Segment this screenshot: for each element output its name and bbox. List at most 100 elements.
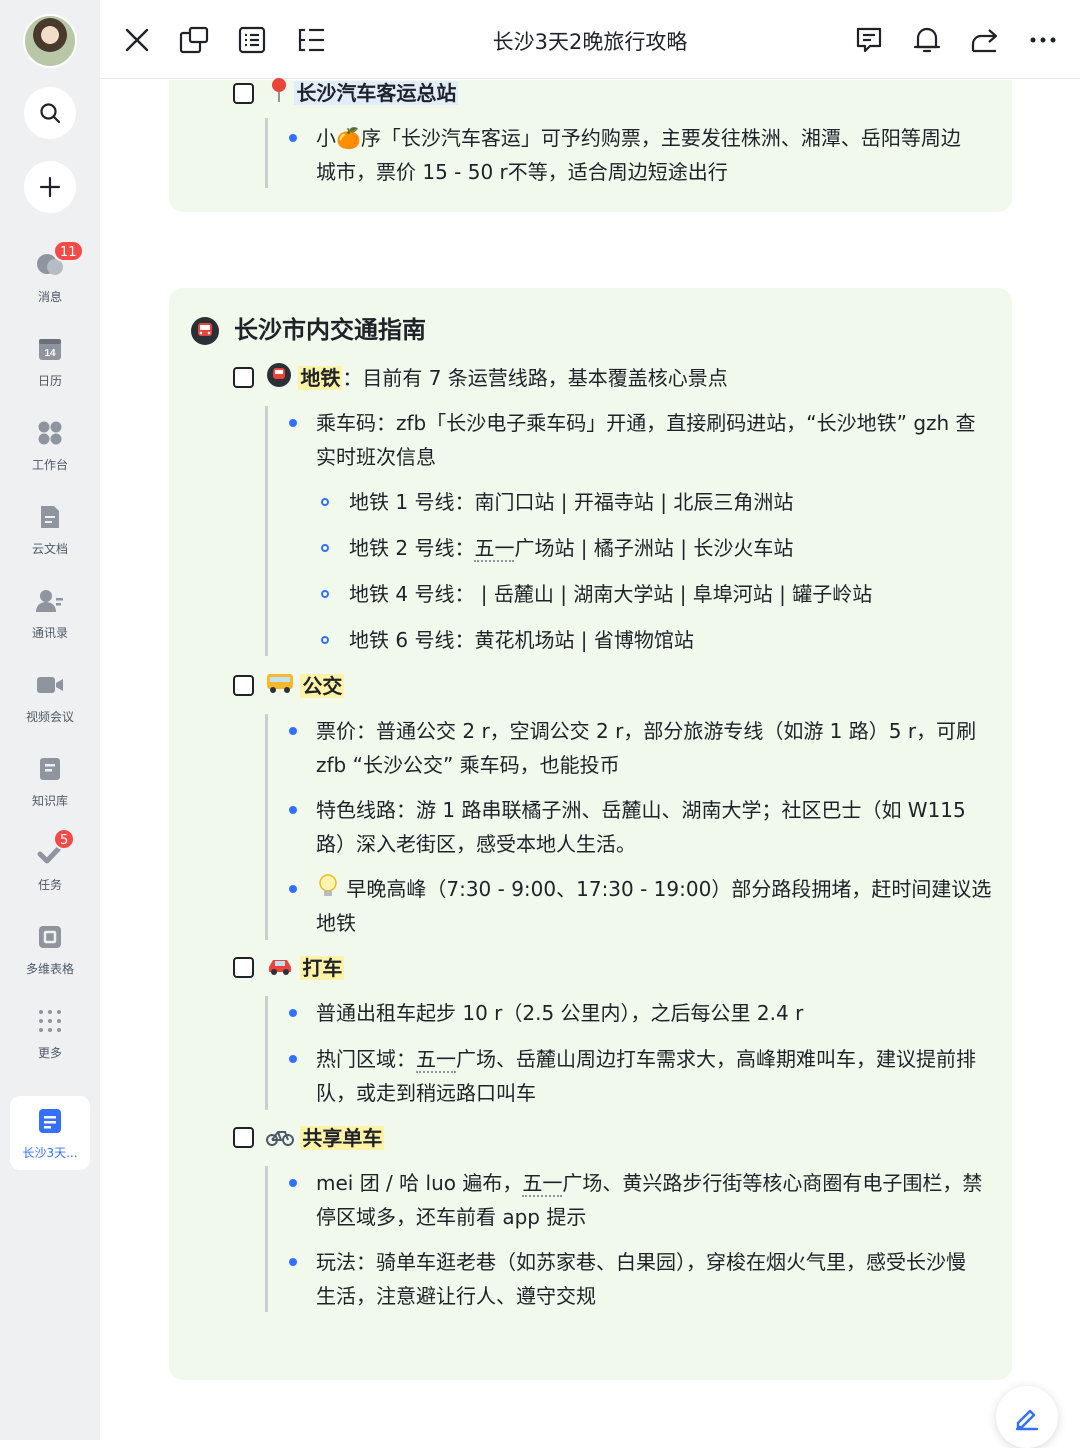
- comments-button[interactable]: [853, 24, 885, 56]
- sidebar-item-messages[interactable]: 11 消息: [0, 240, 100, 320]
- bullet-dot: [289, 1009, 297, 1017]
- todo-checkbox[interactable]: [233, 675, 254, 696]
- bus-peak-line-cont: 地铁: [316, 911, 356, 935]
- todo-item-title: 公交: [266, 669, 345, 705]
- quote-bar: [265, 1166, 268, 1312]
- metro-line-6: 地铁 6 号线：黄花机场站 | 省博物馆站: [349, 628, 694, 652]
- todo-item-title: 打车: [266, 951, 345, 987]
- sidebar-item-label: 多维表格: [25, 962, 74, 976]
- bus-station-desc: 小🍊序「长沙汽车客运」可予约购票，主要发往株洲、湘潭、岳阳等周边: [316, 126, 961, 150]
- sidebar-item-docs[interactable]: 云文档: [0, 496, 100, 572]
- sidebar-item-label: 长沙3天...: [22, 1146, 78, 1160]
- taxi-title: 打车: [300, 956, 345, 980]
- metro-code-line-cont: 实时班次信息: [316, 445, 436, 469]
- search-button[interactable]: [24, 87, 76, 139]
- svg-text:14: 14: [44, 348, 56, 359]
- bullet-dot: [289, 885, 297, 893]
- todo-checkbox[interactable]: [233, 957, 254, 978]
- contacts-icon: [36, 590, 63, 612]
- grid-apps-icon: [38, 421, 62, 445]
- sidebar-item-label: 更多: [37, 1046, 62, 1060]
- calendar-icon: 14: [39, 339, 61, 360]
- sidebar-item-workplace[interactable]: 工作台: [0, 412, 100, 488]
- bike-brand-line-cont: 停区域多，还车前看 app 提示: [316, 1205, 587, 1229]
- sidebar-item-more[interactable]: 更多: [0, 1000, 100, 1076]
- bullet-dot: [289, 419, 297, 427]
- metro-icon: [266, 362, 292, 398]
- bell-icon: [913, 27, 941, 53]
- todo-item-title: 长沙汽车客运总站: [270, 76, 459, 113]
- sidebar: 11 消息 14 日历 工作台 云文档 通讯录 视频会议 知识库 5 任务 多维…: [0, 0, 100, 1440]
- sidebar-item-current-doc-content[interactable]: 长沙3天...: [0, 1100, 100, 1176]
- notifications-button[interactable]: [911, 24, 943, 56]
- todo-item-title: 地铁 ：目前有 7 条运营线路，基本覆盖核心景点: [266, 361, 728, 398]
- todo-checkbox[interactable]: [233, 367, 254, 388]
- table-icon: [39, 926, 61, 948]
- sub-bullet: [321, 590, 329, 598]
- sidebar-item-contacts[interactable]: 通讯录: [0, 580, 100, 656]
- bus-special-line-cont: 路）深入老街区，感受本地人生活。: [316, 832, 636, 856]
- todo-item-title: 共享单车: [266, 1121, 385, 1157]
- taxi-fare-line: 普通出租车起步 10 r（2.5 公里内），之后每公里 2.4 r: [316, 1001, 804, 1025]
- sidebar-item-label: 工作台: [31, 458, 68, 472]
- metro-code-line: 乘车码：zfb「长沙电子乘车码」开通，直接刷码进站，“长沙地铁” gzh 查: [316, 411, 976, 435]
- taxi-area-line: 热门区域：五一广场、岳麓山周边打车需求大，高峰期难叫车，建议提前排: [316, 1047, 976, 1073]
- sidebar-item-bitable[interactable]: 多维表格: [0, 916, 100, 992]
- car-icon: [266, 953, 294, 987]
- quote-bar: [265, 406, 268, 656]
- add-button[interactable]: [24, 161, 76, 213]
- bus-title: 公交: [300, 674, 345, 698]
- quote-bar: [265, 996, 268, 1110]
- more-options-button[interactable]: [1027, 24, 1059, 56]
- bicycle-icon: [266, 1123, 294, 1157]
- bike-title: 共享单车: [300, 1126, 385, 1150]
- sidebar-item-label: 云文档: [31, 542, 68, 556]
- share-button[interactable]: [969, 24, 1001, 56]
- bike-brand-line: mei 团 / 哈 luo 遍布，五一广场、黄兴路步行街等核心商圈有电子围栏，禁: [316, 1171, 983, 1197]
- unread-badge: 11: [53, 240, 84, 262]
- sidebar-item-calendar[interactable]: 14 日历: [0, 328, 100, 404]
- share-arrow-icon: [971, 29, 998, 53]
- todo-checkbox[interactable]: [233, 83, 254, 104]
- bus-fare-line-cont: zfb “长沙公交” 乘车码，也能投币: [316, 753, 620, 777]
- sidebar-item-label: 通讯录: [31, 626, 68, 640]
- metro-title: 地铁: [298, 366, 343, 390]
- metro-line-2: 地铁 2 号线：五一广场站 | 橘子洲站 | 长沙火车站: [349, 536, 794, 562]
- bullet-dot: [289, 727, 297, 735]
- sidebar-item-tasks[interactable]: 5 任务: [0, 828, 100, 908]
- bike-play-line: 玩法：骑单车逛老巷（如苏家巷、白果园），穿梭在烟火气里，感受长沙慢: [316, 1250, 966, 1274]
- edit-button[interactable]: [996, 1386, 1058, 1448]
- dots-grid-icon: [39, 1010, 61, 1032]
- bus-peak-line: 早晚高峰（7:30 - 9:00、17:30 - 19:00）部分路段拥堵，赶时…: [316, 872, 991, 909]
- sidebar-item-label: 视频会议: [25, 710, 74, 724]
- metro-line-1: 地铁 1 号线：南门口站 | 开福寺站 | 北辰三角洲站: [349, 490, 794, 514]
- bullet-dot: [289, 806, 297, 814]
- metro-desc: ：目前有 7 条运营线路，基本覆盖核心景点: [342, 366, 728, 390]
- avatar[interactable]: [23, 14, 77, 68]
- pencil-icon: [1015, 1409, 1039, 1431]
- plus-icon: [39, 176, 61, 198]
- todo-checkbox[interactable]: [233, 1127, 254, 1148]
- quote-bar: [265, 118, 268, 188]
- sub-bullet: [321, 544, 329, 552]
- search-icon: [40, 103, 61, 124]
- book-icon: [40, 758, 60, 780]
- video-camera-icon: [37, 677, 63, 693]
- bus-icon: [266, 671, 294, 705]
- document-icon: [41, 506, 59, 528]
- sidebar-item-video-meeting[interactable]: 视频会议: [0, 664, 100, 740]
- bus-fare-line: 票价：普通公交 2 r，空调公交 2 r，部分旅游专线（如游 1 路）5 r，可…: [316, 719, 977, 743]
- bus-station-title: 长沙汽车客运总站: [294, 81, 459, 105]
- sidebar-item-label: 任务: [37, 878, 62, 892]
- document-icon: [39, 1109, 61, 1133]
- taxi-area-line-cont: 队，或走到稍远路口叫车: [316, 1081, 536, 1105]
- sidebar-item-wiki[interactable]: 知识库: [0, 748, 100, 824]
- bus-station-desc-cont: 城市，票价 15 - 50 r不等，适合周边短途出行: [316, 160, 728, 184]
- bullet-dot: [289, 1179, 297, 1187]
- lightbulb-icon: [316, 873, 340, 909]
- bullet-dot: [289, 1055, 297, 1063]
- ellipsis-icon: [1030, 37, 1056, 43]
- sidebar-item-label: 日历: [37, 374, 62, 388]
- pin-icon: [270, 77, 288, 113]
- sidebar-item-label: 知识库: [31, 794, 68, 808]
